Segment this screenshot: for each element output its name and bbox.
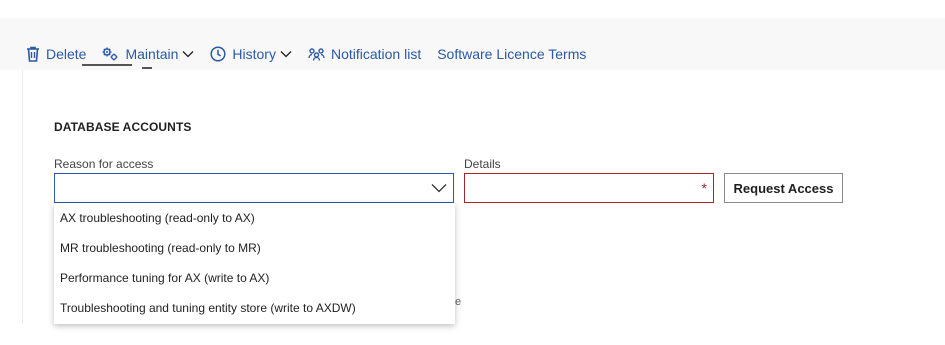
dropdown-option[interactable]: AX troubleshooting (read-only to AX) — [54, 203, 455, 233]
chevron-down-icon[interactable] — [431, 181, 447, 200]
reason-for-access-select[interactable] — [54, 173, 454, 203]
delete-label: Delete — [46, 46, 87, 62]
clipped-text-fragment — [60, 63, 220, 70]
history-menu-button[interactable]: History — [210, 46, 292, 62]
chevron-down-icon — [182, 50, 194, 58]
dropdown-option[interactable]: Troubleshooting and tuning entity store … — [54, 293, 455, 323]
required-indicator: * — [701, 180, 707, 196]
people-network-icon — [308, 47, 325, 61]
notification-list-label: Notification list — [330, 46, 422, 62]
maintain-menu-button[interactable]: Maintain — [102, 46, 194, 62]
reason-for-access-label: Reason for access — [54, 157, 154, 171]
trash-icon — [26, 46, 40, 62]
reason-dropdown-list: AX troubleshooting (read-only to AX) MR … — [54, 203, 455, 324]
history-label: History — [232, 46, 276, 62]
chevron-down-icon — [280, 50, 292, 58]
details-label: Details — [464, 157, 501, 171]
notification-list-button[interactable]: Notification list — [308, 46, 421, 62]
dropdown-option[interactable]: Performance tuning for AX (write to AX) — [54, 263, 455, 293]
section-title: DATABASE ACCOUNTS — [54, 120, 192, 134]
details-field[interactable]: * — [464, 173, 714, 203]
toolbar: Delete Maintain History Notification lis… — [26, 44, 602, 64]
maintain-label: Maintain — [125, 46, 179, 62]
request-access-button[interactable]: Request Access — [724, 173, 843, 203]
gears-icon — [102, 47, 119, 61]
obscured-text-fragment: e — [455, 296, 462, 308]
software-licence-terms-label: Software Licence Terms — [437, 46, 587, 62]
software-licence-terms-link[interactable]: Software Licence Terms — [437, 46, 586, 62]
clock-icon — [210, 46, 226, 62]
delete-button[interactable]: Delete — [26, 46, 86, 62]
dropdown-option[interactable]: MR troubleshooting (read-only to MR) — [54, 233, 455, 263]
